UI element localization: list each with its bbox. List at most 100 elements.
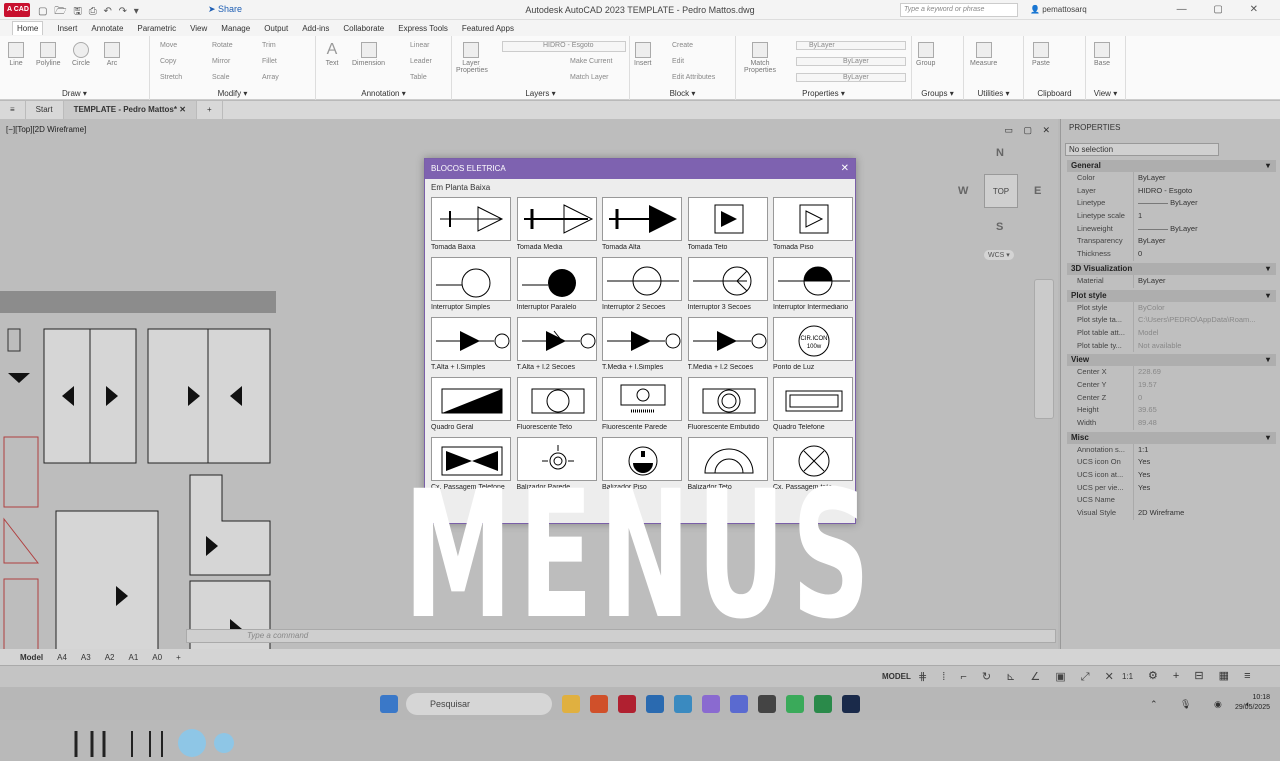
color-dropdown[interactable]: ByLayer [796, 41, 906, 50]
modify-panel-title[interactable]: Modify ▾ [150, 89, 315, 98]
tab-add-ins[interactable]: Add-ins [302, 24, 329, 33]
draw-panel-title[interactable]: Draw ▾ [0, 89, 149, 98]
property-section-header[interactable]: Plot style [1067, 289, 1276, 302]
whatsapp-icon[interactable] [786, 695, 804, 713]
copilot-icon[interactable] [702, 695, 720, 713]
measure-button[interactable]: Measure [970, 42, 997, 67]
taskbar-clock[interactable]: 10:18 29/05/2025 [1235, 693, 1270, 713]
property-row[interactable]: Material ByLayer [1077, 274, 1280, 288]
tab-start[interactable]: Start [26, 101, 64, 119]
property-row[interactable]: Annotation s... 1:1 [1077, 443, 1280, 457]
block-item[interactable]: T.Media + I.2 Secoes [687, 317, 768, 371]
vscode-icon[interactable] [646, 695, 664, 713]
block-panel-title[interactable]: Block ▾ [630, 89, 735, 98]
tab-a1[interactable]: A1 [129, 653, 139, 662]
discord-icon[interactable] [730, 695, 748, 713]
property-row[interactable]: UCS per vie... Yes [1077, 481, 1280, 495]
block-thumbnail[interactable] [773, 197, 853, 241]
tab-a4[interactable]: A4 [57, 653, 67, 662]
property-row[interactable]: Center Y 19.57 [1077, 378, 1280, 392]
property-row[interactable]: Visual Style 2D Wireframe [1077, 507, 1280, 520]
taskbar-search[interactable]: Pesquisar [406, 693, 552, 715]
file-explorer-icon[interactable] [562, 695, 580, 713]
block-thumbnail[interactable] [516, 317, 597, 361]
properties-panel-title[interactable]: Properties ▾ [736, 89, 911, 98]
block-thumbnail[interactable] [431, 257, 511, 301]
tab-view[interactable]: View [190, 24, 207, 33]
tab-a2[interactable]: A2 [105, 653, 115, 662]
clipboard-panel-title[interactable]: Clipboard [1024, 89, 1085, 98]
block-thumbnail[interactable] [687, 317, 768, 361]
user-account[interactable]: 👤 pemattosarq [1030, 5, 1087, 14]
block-item[interactable]: Quadro Geral [431, 377, 511, 431]
mirror-button[interactable]: Mirror [212, 58, 230, 65]
brave-icon[interactable] [590, 695, 608, 713]
line-button[interactable]: Line [8, 42, 24, 67]
block-item[interactable]: CIR.ICON 100w Ponto de Luz [773, 317, 853, 371]
property-row[interactable]: Layer HIDRO - Esgoto [1077, 184, 1280, 198]
block-item[interactable]: Interruptor 3 Secoes [687, 257, 768, 311]
array-button[interactable]: Array [262, 74, 279, 81]
property-row[interactable]: Transparency ByLayer [1077, 235, 1280, 249]
move-button[interactable]: Move [160, 42, 177, 49]
text-button[interactable]: A Text [324, 42, 340, 68]
autocad-taskbar-icon[interactable] [618, 695, 636, 713]
tab-annotate[interactable]: Annotate [91, 24, 123, 33]
groups-panel-title[interactable]: Groups ▾ [912, 89, 963, 98]
layer-dropdown[interactable]: HIDRO - Esgoto [502, 41, 626, 52]
block-item[interactable]: T.Media + I.Simples [602, 317, 682, 371]
view-panel-title[interactable]: View ▾ [1086, 89, 1125, 98]
scale-button[interactable]: Scale [212, 74, 230, 81]
fillet-button[interactable]: Fillet [262, 58, 277, 65]
property-row[interactable]: Linetype scale 1 [1077, 210, 1280, 223]
property-section-header[interactable]: General [1067, 160, 1276, 172]
block-item[interactable]: Tomada Alta [602, 197, 682, 251]
help-search-input[interactable]: Type a keyword or phrase [900, 3, 1018, 17]
property-row[interactable]: Linetype ———— ByLayer [1077, 197, 1280, 211]
block-item[interactable]: Fluorescente Teto [516, 377, 597, 431]
block-item[interactable]: Quadro Telefone [773, 377, 853, 431]
viewport-window-controls[interactable]: ▭ ▢ ✕ [1004, 125, 1054, 136]
group-button[interactable]: Group [916, 42, 935, 67]
close-tab-icon[interactable]: ✕ [179, 105, 186, 114]
property-row[interactable]: UCS icon On Yes [1077, 456, 1280, 470]
edit-attributes-button[interactable]: Edit Attributes [672, 74, 715, 81]
block-thumbnail[interactable] [431, 377, 511, 421]
dialog-close-icon[interactable]: ✕ [841, 159, 849, 179]
tab-a3[interactable]: A3 [81, 653, 91, 662]
add-layout-button[interactable]: + [176, 653, 181, 662]
viewcube-south[interactable]: S [996, 221, 1003, 233]
arc-button[interactable]: Arc [104, 42, 120, 67]
block-item[interactable]: Tomada Teto [687, 197, 768, 251]
property-row[interactable]: Lineweight ———— ByLayer [1077, 222, 1280, 236]
polyline-button[interactable]: Polyline [36, 42, 61, 67]
property-row[interactable]: Center Z 0 [1077, 391, 1280, 405]
camtasia-icon[interactable] [814, 695, 832, 713]
block-thumbnail[interactable] [773, 257, 853, 301]
property-row[interactable]: Plot style ByColor [1077, 301, 1280, 315]
linetype-dropdown[interactable]: ByLayer [796, 57, 906, 66]
block-thumbnail[interactable] [516, 377, 597, 421]
photoshop-icon[interactable] [842, 695, 860, 713]
block-item[interactable]: Interruptor Paralelo [516, 257, 597, 311]
property-section-header[interactable]: Misc [1067, 431, 1276, 444]
viewport-controls-label[interactable]: [−][Top][2D Wireframe] [6, 125, 86, 134]
layers-panel-title[interactable]: Layers ▾ [452, 89, 629, 98]
block-thumbnail[interactable] [687, 197, 768, 241]
viewcube-west[interactable]: W [958, 185, 968, 197]
block-thumbnail[interactable] [602, 317, 682, 361]
new-tab-button[interactable]: + [197, 101, 223, 119]
tab-parametric[interactable]: Parametric [137, 24, 176, 33]
property-row[interactable]: Thickness 0 [1077, 248, 1280, 261]
base-button[interactable]: Base [1094, 42, 1110, 67]
wcs-menu[interactable]: WCS ▾ [984, 250, 1014, 260]
selection-dropdown[interactable]: No selection [1065, 143, 1219, 156]
make-current-button[interactable]: Make Current [570, 58, 612, 65]
block-thumbnail[interactable] [516, 197, 597, 241]
property-row[interactable]: UCS Name [1077, 494, 1280, 508]
block-item[interactable]: T.Alta + I.Simples [431, 317, 511, 371]
circle-button[interactable]: Circle [72, 42, 90, 67]
trim-button[interactable]: Trim [262, 42, 276, 49]
viewcube-top-face[interactable]: TOP [984, 174, 1018, 208]
viewcube-east[interactable]: E [1034, 185, 1041, 197]
